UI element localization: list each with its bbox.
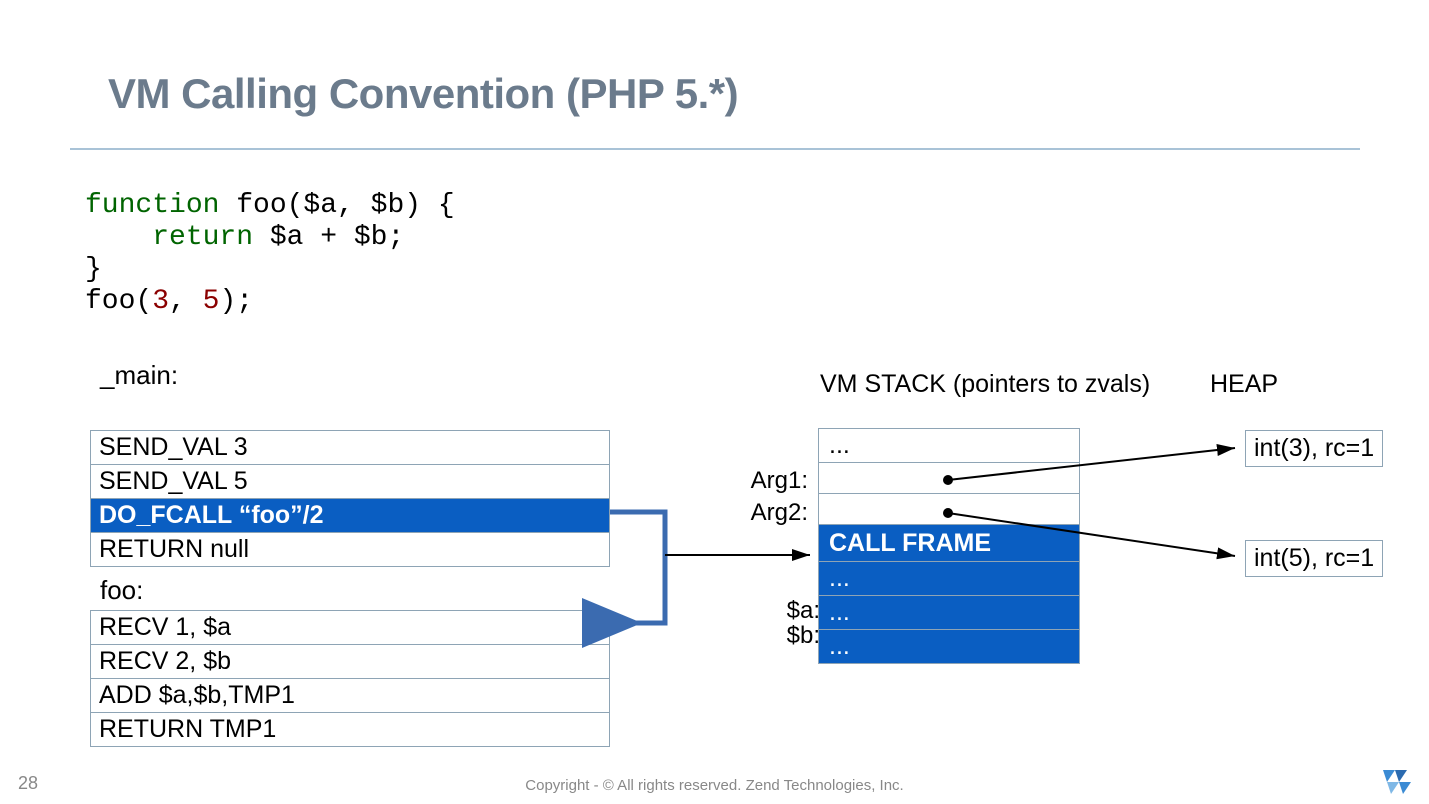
code-text: $a + $b; [253, 222, 404, 253]
code-keyword: function [85, 190, 219, 221]
zend-logo-icon [1383, 770, 1411, 794]
slide-title: VM Calling Convention (PHP 5.*) [108, 70, 738, 118]
opcode-cell: RETURN null [91, 533, 610, 567]
opcode-cell: ADD $a,$b,TMP1 [91, 679, 610, 713]
opcode-cell: RECV 1, $a [91, 611, 610, 645]
code-number: 5 [203, 286, 220, 317]
opcode-cell: SEND_VAL 5 [91, 465, 610, 499]
vm-stack-title: VM STACK (pointers to zvals) [820, 370, 1150, 399]
title-divider [70, 148, 1360, 150]
var-b-label: $b: [760, 622, 820, 650]
foo-label: foo: [100, 575, 143, 606]
code-text: ); [219, 286, 253, 317]
stack-cell [819, 463, 1080, 494]
code-text: foo( [85, 286, 152, 317]
var-a-label: $a: [760, 597, 820, 625]
code-number: 3 [152, 286, 169, 317]
opcode-cell: RETURN TMP1 [91, 713, 610, 747]
heap-title: HEAP [1210, 370, 1278, 399]
code-keyword: return [85, 222, 253, 253]
stack-cell: CALL FRAME [819, 525, 1080, 562]
main-opcode-table: SEND_VAL 3SEND_VAL 5DO_FCALL “foo”/2RETU… [90, 430, 610, 567]
code-text: } [85, 254, 102, 285]
slide: VM Calling Convention (PHP 5.*) function… [0, 0, 1429, 804]
arg2-label: Arg2: [748, 499, 808, 527]
opcode-cell: SEND_VAL 3 [91, 431, 610, 465]
stack-cell: ... [819, 429, 1080, 463]
arg1-label: Arg1: [748, 467, 808, 495]
stack-cell: ... [819, 630, 1080, 664]
code-text: , [169, 286, 203, 317]
heap-entry-1: int(3), rc=1 [1245, 430, 1383, 467]
foo-opcode-table: RECV 1, $aRECV 2, $bADD $a,$b,TMP1RETURN… [90, 610, 610, 747]
code-block: function foo($a, $b) { return $a + $b; }… [85, 190, 455, 318]
stack-cell: ... [819, 562, 1080, 596]
copyright-text: Copyright - © All rights reserved. Zend … [0, 777, 1429, 794]
heap-entry-2: int(5), rc=1 [1245, 540, 1383, 577]
vm-stack-table: ... CALL FRAME......... [818, 428, 1080, 664]
stack-cell: ... [819, 596, 1080, 630]
main-label: _main: [100, 360, 178, 391]
stack-cell [819, 494, 1080, 525]
opcode-cell: RECV 2, $b [91, 645, 610, 679]
opcode-cell: DO_FCALL “foo”/2 [91, 499, 610, 533]
code-text: foo($a, $b) { [219, 190, 454, 221]
